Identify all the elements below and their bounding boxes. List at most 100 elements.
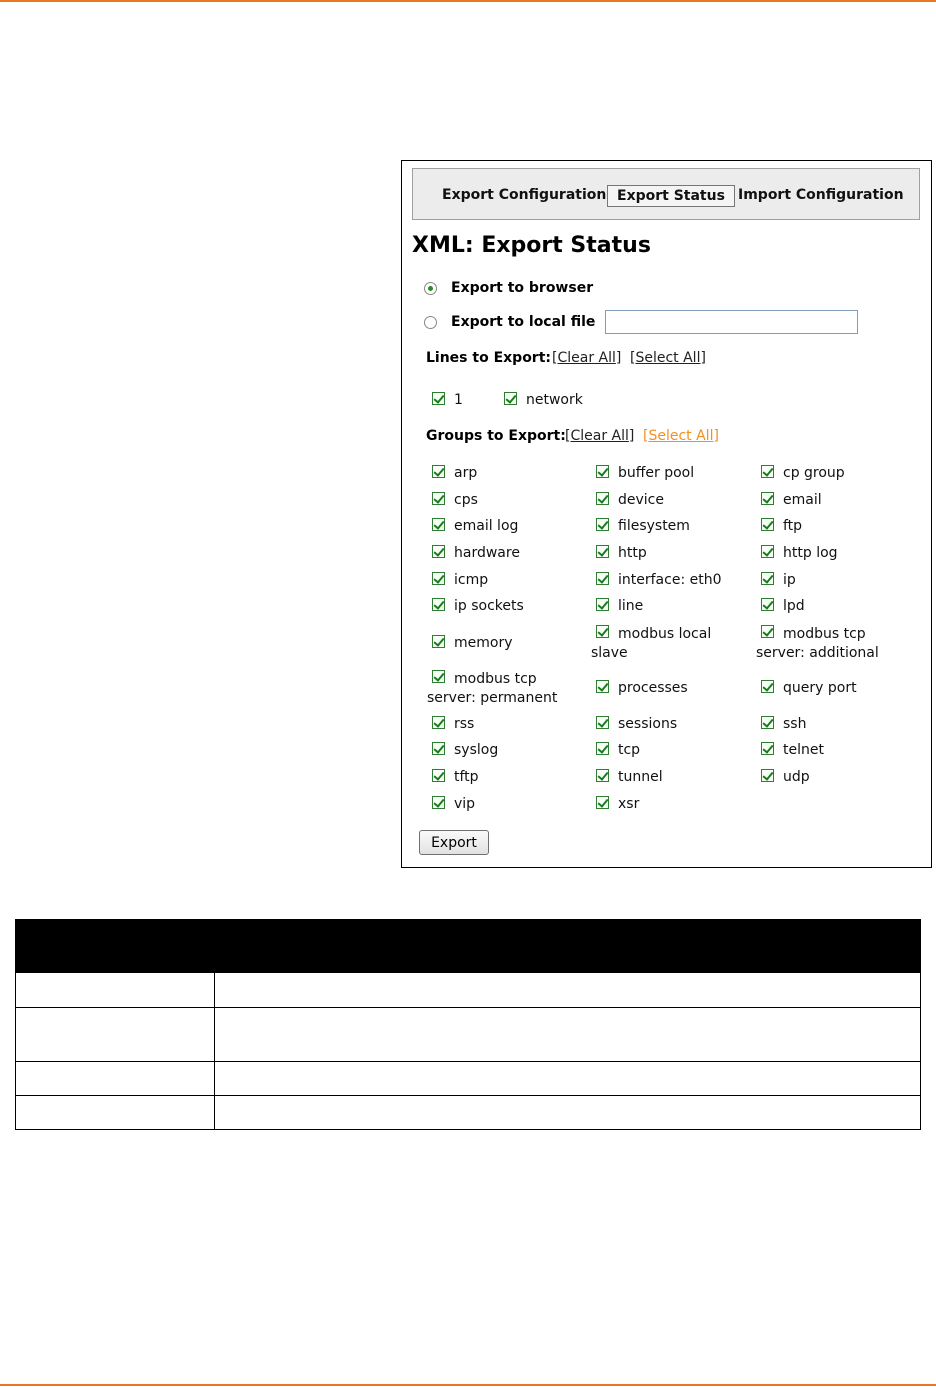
table-row: [15, 1061, 921, 1096]
group-checkbox-ip[interactable]: [761, 572, 774, 585]
group-checkbox-http-log[interactable]: [761, 545, 774, 558]
table-cell: [15, 1007, 215, 1062]
group-checkbox-filesystem[interactable]: [596, 518, 609, 531]
table-header-cell: [214, 919, 921, 973]
group-label-processes: processes: [618, 680, 688, 696]
group-checkbox-ssh[interactable]: [761, 716, 774, 729]
export-to-local-file-radio[interactable]: [424, 315, 437, 329]
groups-to-export-label: Groups to Export:: [426, 428, 566, 444]
lines-clear-all-link[interactable]: [Clear All]: [552, 350, 621, 366]
line-label-network: network: [526, 392, 583, 408]
group-checkbox-tcp[interactable]: [596, 742, 609, 755]
groups-select-all-text[interactable]: Select All: [648, 428, 713, 444]
table-row: [15, 972, 921, 1008]
group-checkbox-tftp[interactable]: [432, 769, 445, 782]
group-checkbox-udp[interactable]: [761, 769, 774, 782]
tab-export-configuration[interactable]: Export Configuration: [433, 185, 615, 207]
group-label-interface-eth0: interface: eth0: [618, 572, 722, 588]
group-checkbox-http[interactable]: [596, 545, 609, 558]
line-label-1: 1: [454, 392, 463, 408]
group-label-vip: vip: [454, 796, 476, 812]
group-checkbox-email-log[interactable]: [432, 518, 445, 531]
table-cell: [15, 972, 215, 1008]
tab-import-configuration[interactable]: Import Configuration: [729, 185, 913, 207]
group-checkbox-arp[interactable]: [432, 465, 445, 478]
groups-select-all-link[interactable]: [Select All]: [643, 428, 719, 444]
table-cell: [214, 1007, 921, 1062]
group-checkbox-telnet[interactable]: [761, 742, 774, 755]
group-label-device: device: [618, 492, 664, 508]
group-checkbox-ftp[interactable]: [761, 518, 774, 531]
table-cell: [214, 1095, 921, 1130]
group-label-filesystem: filesystem: [618, 518, 690, 534]
group-label-ftp: ftp: [783, 518, 803, 534]
group-checkbox-syslog[interactable]: [432, 742, 445, 755]
group-label-lpd: lpd: [783, 598, 805, 614]
group-checkbox-memory[interactable]: [432, 635, 445, 648]
group-checkbox-cps[interactable]: [432, 492, 445, 505]
group-label-cps: cps: [454, 492, 478, 508]
parameter-table: [15, 919, 921, 1130]
group-checkbox-sessions[interactable]: [596, 716, 609, 729]
group-label-http-log: http log: [783, 545, 838, 561]
group-checkbox-icmp[interactable]: [432, 572, 445, 585]
group-checkbox-processes[interactable]: [596, 680, 609, 693]
tab-export-status[interactable]: Export Status: [607, 185, 735, 207]
group-checkbox-email[interactable]: [761, 492, 774, 505]
group-label-rss: rss: [454, 716, 475, 732]
group-checkbox-line[interactable]: [596, 598, 609, 611]
group-checkbox-ip-sockets[interactable]: [432, 598, 445, 611]
group-checkbox-query-port[interactable]: [761, 680, 774, 693]
page-title: XML: Export Status: [412, 233, 651, 258]
group-label-line: line: [618, 598, 644, 614]
group-label-memory: memory: [454, 635, 513, 651]
group-checkbox-rss[interactable]: [432, 716, 445, 729]
table-cell: [15, 1095, 215, 1130]
table-cell: [214, 972, 921, 1008]
group-label-xsr: xsr: [618, 796, 640, 812]
groups-clear-all-link[interactable]: [Clear All]: [565, 428, 634, 444]
group-label-syslog: syslog: [454, 742, 499, 758]
export-to-browser-radio[interactable]: [424, 281, 437, 295]
export-to-browser-option[interactable]: Export to browser: [424, 277, 593, 299]
group-checkbox-device[interactable]: [596, 492, 609, 505]
group-checkbox-lpd[interactable]: [761, 598, 774, 611]
group-label-http: http: [618, 545, 647, 561]
export-to-local-file-label: Export to local file: [451, 314, 596, 330]
group-label-ip: ip: [783, 572, 796, 588]
group-checkbox-vip[interactable]: [432, 796, 445, 809]
group-label-ssh: ssh: [783, 716, 807, 732]
group-checkbox-tunnel[interactable]: [596, 769, 609, 782]
table-header-row: [15, 919, 921, 973]
page: Export Configuration Export Status Impor…: [0, 0, 936, 1387]
local-file-input[interactable]: [605, 310, 859, 334]
table-header-cell: [15, 919, 215, 973]
export-to-local-file-option[interactable]: Export to local file: [424, 310, 859, 334]
group-label-tunnel: tunnel: [618, 769, 663, 785]
group-checkbox-hardware[interactable]: [432, 545, 445, 558]
group-checkbox-buffer-pool[interactable]: [596, 465, 609, 478]
group-checkbox-xsr[interactable]: [596, 796, 609, 809]
group-label-email-log: email log: [454, 518, 519, 534]
groups-clear-all-text[interactable]: Clear All: [570, 428, 628, 444]
group-label-hardware: hardware: [454, 545, 520, 561]
line-checkbox-1[interactable]: [432, 392, 445, 405]
group-label-modbus-local-slave: modbus local slave: [591, 626, 712, 661]
lines-select-all-link[interactable]: [Select All]: [630, 350, 706, 366]
group-label-modbus-tcp-server-additional: modbus tcp server: additional: [756, 626, 879, 661]
group-checkbox-interface-eth0[interactable]: [596, 572, 609, 585]
group-label-query-port: query port: [783, 680, 857, 696]
lines-select-all-text[interactable]: Select All: [635, 350, 700, 366]
lines-clear-all-text[interactable]: Clear All: [557, 350, 615, 366]
export-status-screenshot: Export Configuration Export Status Impor…: [401, 160, 932, 868]
table-cell: [15, 1061, 215, 1096]
group-label-tftp: tftp: [454, 769, 479, 785]
export-button[interactable]: Export: [419, 830, 489, 855]
table-row: [15, 1007, 921, 1062]
group-label-sessions: sessions: [618, 716, 678, 732]
group-label-tcp: tcp: [618, 742, 641, 758]
line-checkbox-network[interactable]: [504, 392, 517, 405]
group-label-telnet: telnet: [783, 742, 824, 758]
group-label-cp-group: cp group: [783, 465, 845, 481]
group-checkbox-cp-group[interactable]: [761, 465, 774, 478]
